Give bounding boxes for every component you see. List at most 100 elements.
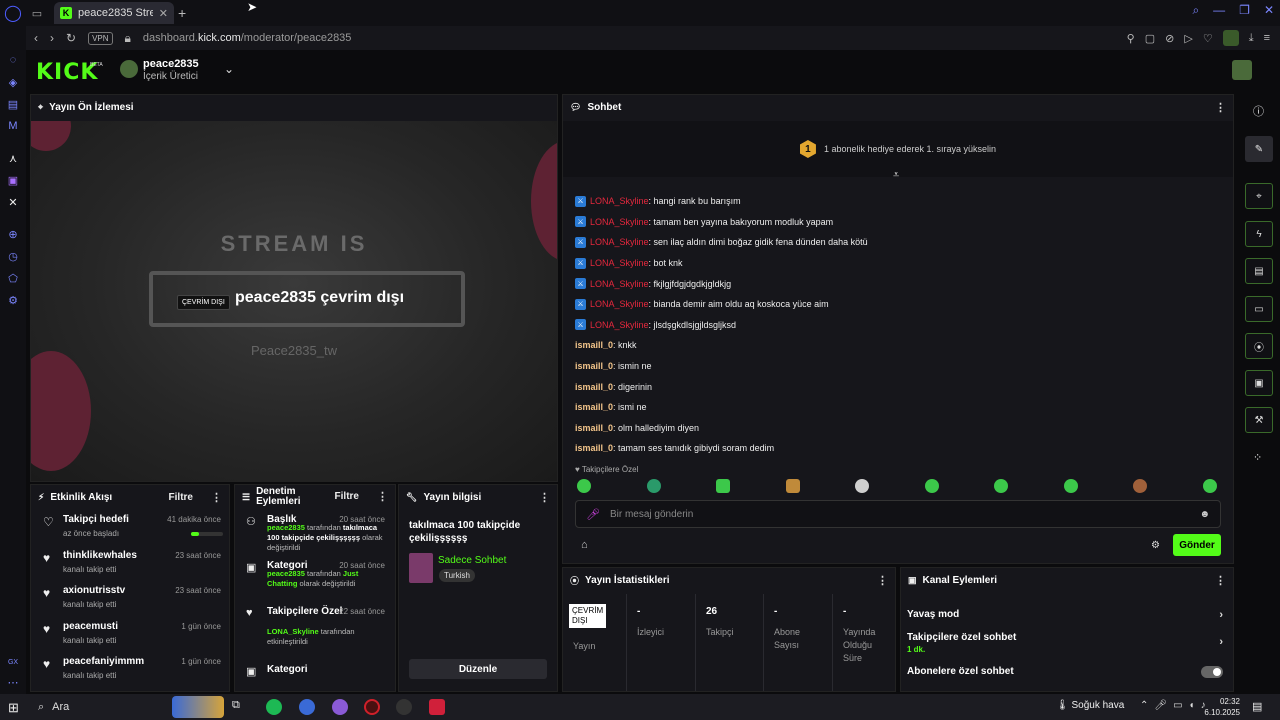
chat-username[interactable]: ismaill_0 [575, 443, 613, 453]
pin-icon[interactable]: ⚲ [1127, 32, 1135, 45]
kebab-menu-icon[interactable]: ⋮ [211, 491, 222, 504]
filter-button[interactable]: Filtre [169, 492, 193, 503]
system-tray[interactable]: ⌃🎤︎▭◖♪ [1140, 700, 1212, 711]
channel-name[interactable]: peace2835 [143, 58, 199, 70]
reload-icon[interactable]: ↻ [66, 31, 76, 45]
activity-item[interactable]: ♥ axionutrisstv kanalı takip etti 23 saat ö… [31, 580, 229, 616]
app-icon[interactable] [299, 699, 315, 715]
emote-icon[interactable] [855, 479, 870, 493]
moderation-item[interactable]: ♥ Takipçilere Özel 22 saat önce LONA_Skylin… [235, 601, 395, 659]
kebab-menu-icon[interactable]: ⋮ [539, 491, 550, 504]
emote-icon[interactable] [994, 479, 1009, 493]
opera-logo-icon[interactable]: ◯ [0, 0, 26, 26]
browser-tab-active[interactable]: K peace2835 Stream - Kick ✕ [54, 2, 174, 24]
chat-input[interactable]: 🎤︎ Bir mesaj gönderin ☻ [575, 500, 1221, 528]
slow-mode-row[interactable]: Yavaş mod › [907, 609, 1229, 621]
stream-info-widget-icon[interactable]: ⚒ [1245, 407, 1273, 433]
store-icon[interactable]: ⌂ [581, 539, 588, 551]
edit-layout-icon[interactable]: ✎ [1245, 136, 1273, 162]
chat-username[interactable]: ismaill_0 [575, 423, 613, 433]
search-tabs-icon[interactable]: ⌕ [1192, 3, 1199, 18]
activity-item[interactable]: ♡ Takipçi hedefi az önce başladı 41 dakika … [31, 509, 229, 545]
activity-item[interactable]: ♥ thinklikewhales kanalı takip etti 23 saat… [31, 545, 229, 581]
emote-icon[interactable] [577, 479, 591, 493]
opera-gx-icon[interactable] [364, 699, 380, 715]
mod-actor[interactable]: peace2835 [267, 569, 305, 578]
tab-islands-icon[interactable]: ▭ [26, 2, 48, 24]
followers-chat-row[interactable]: Takipçilere özel sohbet 1 dk. › [907, 632, 1229, 654]
preview-widget-icon[interactable]: ⌖ [1245, 183, 1273, 209]
emoji-icon[interactable]: ☻ [1199, 509, 1210, 520]
chat-username[interactable]: ismaill_0 [575, 402, 613, 412]
stats-widget-icon[interactable]: ⦿ [1245, 333, 1273, 359]
player-sidebar-icon[interactable]: ▤ [5, 96, 21, 112]
search-highlight-image[interactable] [172, 696, 224, 718]
app-icon[interactable] [396, 699, 412, 715]
emote-icon[interactable] [924, 479, 939, 493]
weather-widget[interactable]: 🌡︎ Soğuk hava [1056, 700, 1124, 711]
info-icon[interactable]: ⓘ [1253, 103, 1264, 119]
emote-icon[interactable] [785, 479, 800, 493]
discord-icon[interactable] [332, 699, 348, 715]
back-icon[interactable]: ‹ [34, 31, 38, 45]
activity-item[interactable]: ♥ peacefaniyimmm kanalı takip etti 1 gün ön… [31, 651, 229, 687]
emote-icon[interactable] [1063, 479, 1078, 493]
kebab-menu-icon[interactable]: ⋮ [377, 492, 388, 503]
extensions-icon[interactable]: ⬠ [5, 270, 21, 286]
chevron-down-icon[interactable]: ⌄ [224, 62, 234, 76]
vpn-badge[interactable]: VPN [88, 31, 113, 45]
chat-username[interactable]: LONA_Skyline [590, 320, 649, 330]
chat-username[interactable]: ismaill_0 [575, 361, 613, 371]
spotify-icon[interactable] [266, 699, 282, 715]
aria-icon[interactable]: ◌ [5, 52, 21, 68]
mod-actor[interactable]: peace2835 [267, 523, 305, 532]
scroll-to-bottom-icon[interactable]: ⩡ [893, 169, 899, 182]
tab-close-icon[interactable]: ✕ [159, 7, 168, 20]
more-sidebar-icon[interactable]: ⋯ [5, 674, 21, 690]
microphone-icon[interactable]: 🎤︎ [586, 508, 600, 521]
download-icon[interactable]: ⤓ [1249, 32, 1254, 45]
twitch-icon[interactable]: ▣ [5, 172, 21, 188]
adblock-icon[interactable]: ⊘ [1165, 32, 1174, 45]
emote-icon[interactable] [716, 479, 731, 493]
mod-actor[interactable]: LONA_Skyline [267, 627, 319, 636]
moderation-item[interactable]: ▣ Kategori [235, 659, 395, 689]
filter-button[interactable]: Filtre [335, 492, 359, 502]
add-icon[interactable]: ⊕ [5, 226, 21, 242]
activity-item[interactable]: ♥ peacemusti kanalı takip etti 1 gün önce [31, 616, 229, 652]
notification-icon[interactable]: ▤ [1252, 700, 1262, 713]
gx-icon[interactable]: GX [5, 654, 21, 670]
player-icon[interactable]: ▷ [1184, 32, 1192, 45]
emote-icon[interactable] [1133, 479, 1148, 493]
x-icon[interactable]: ✕ [5, 194, 21, 210]
subs-chat-toggle[interactable] [1201, 666, 1223, 678]
moderation-item[interactable]: ⚇ Başlık 20 saat önce peace2835 tarafından … [235, 509, 395, 555]
chat-widget-icon[interactable]: ▭ [1245, 296, 1273, 322]
chat-username[interactable]: LONA_Skyline [590, 196, 649, 206]
chat-username[interactable]: LONA_Skyline [590, 217, 649, 227]
language-tag[interactable]: Turkish [439, 569, 475, 582]
app-icon[interactable] [429, 699, 445, 715]
user-avatar[interactable] [1232, 60, 1252, 80]
emote-icon[interactable] [646, 479, 661, 493]
crypto-wallet-icon[interactable]: ◈ [5, 74, 21, 90]
chat-settings-icon[interactable]: ⚙ [1151, 540, 1160, 551]
chat-username[interactable]: LONA_Skyline [590, 279, 649, 289]
settings-icon[interactable]: ⚙ [5, 292, 21, 308]
chat-username[interactable]: LONA_Skyline [590, 237, 649, 247]
windows-start-icon[interactable]: ⊞ [8, 700, 19, 716]
kebab-menu-icon[interactable]: ⋮ [1215, 101, 1226, 114]
clock[interactable]: 02:32 6.10.2025 [1204, 696, 1240, 718]
maximize-icon[interactable]: ❐ [1239, 3, 1250, 18]
channel-avatar[interactable] [120, 60, 138, 78]
edit-button[interactable]: Düzenle [409, 659, 547, 679]
chat-username[interactable]: ismaill_0 [575, 382, 613, 392]
more-widgets-icon[interactable]: ⁘ [1253, 451, 1262, 464]
send-button[interactable]: Gönder [1173, 534, 1221, 556]
kebab-menu-icon[interactable]: ⋮ [1215, 574, 1226, 587]
forward-icon[interactable]: › [50, 31, 54, 45]
lock-icon[interactable]: 🔒︎ [125, 31, 131, 46]
chat-username[interactable]: ismaill_0 [575, 340, 613, 350]
kebab-menu-icon[interactable]: ⋮ [877, 574, 888, 587]
moderation-widget-icon[interactable]: ▤ [1245, 258, 1273, 284]
